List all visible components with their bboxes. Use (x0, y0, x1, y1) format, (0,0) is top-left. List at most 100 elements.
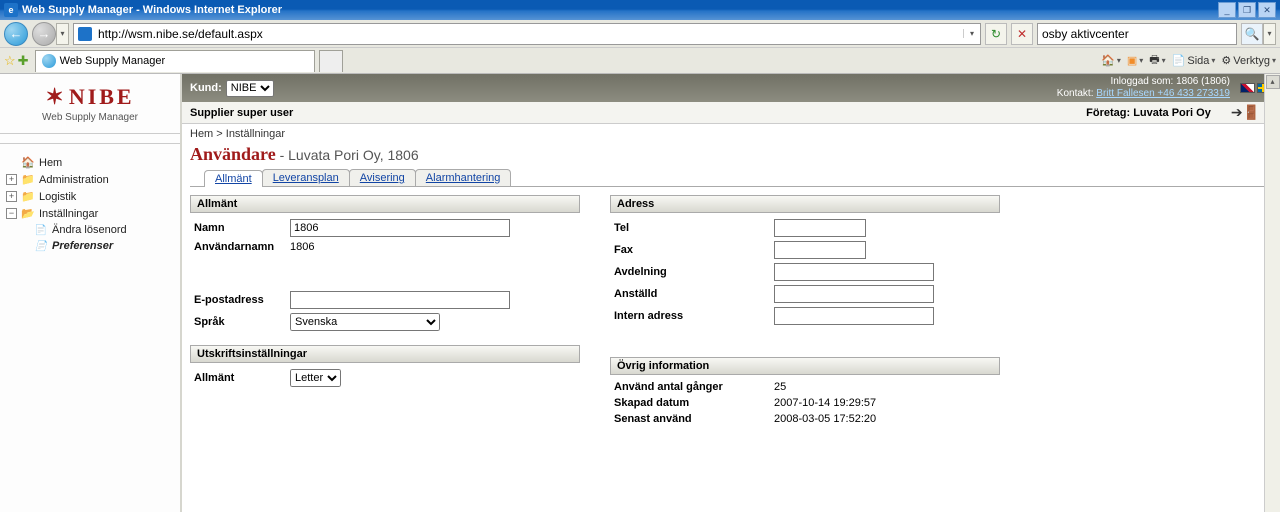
section-allmant: Allmänt (190, 195, 580, 213)
page-menu[interactable]: 📄 Sida ▾ (1172, 54, 1216, 67)
kontakt-label: Kontakt: (1057, 88, 1094, 99)
flag-en-icon[interactable] (1240, 83, 1255, 93)
nav-tree: 🏠Hem +📁Administration +📁Logistik −📂Instä… (0, 150, 180, 258)
role-text: Supplier super user (190, 107, 293, 119)
navbar: ← → ▾ ▾ ↻ ✕ 🔍 ▾ (0, 20, 1280, 48)
anstalld-label: Anställd (614, 288, 774, 300)
page-icon: 📄 (34, 241, 48, 252)
search-button[interactable]: 🔍 (1241, 23, 1263, 45)
intern-input[interactable] (774, 307, 934, 325)
avdelning-input[interactable] (774, 263, 934, 281)
expand-icon[interactable]: + (6, 191, 17, 202)
close-button[interactable]: ✕ (1258, 2, 1276, 18)
tab-favicon-icon (42, 54, 56, 68)
print-button[interactable]: 🖶 ▾ (1149, 51, 1165, 70)
address-bar[interactable]: ▾ (73, 23, 981, 45)
folder-icon: 📁 (21, 173, 35, 186)
fax-input[interactable] (774, 241, 866, 259)
tabstrip: ☆ ✚ Web Supply Manager 🏠 ▾ ▣ ▾ 🖶 ▾ 📄 Sid… (0, 48, 1280, 74)
folder-icon: 📁 (21, 190, 35, 203)
section-ovrig: Övrig information (610, 357, 1000, 375)
nav-preferenser[interactable]: 📄Preferenser (34, 238, 174, 254)
restore-button[interactable]: ❐ (1238, 2, 1256, 18)
skapad-label: Skapad datum (614, 397, 774, 409)
new-tab-button[interactable] (319, 50, 343, 72)
stop-button[interactable]: ✕ (1011, 23, 1033, 45)
tab-allmant[interactable]: Allmänt (204, 170, 263, 187)
logged-in-text: Inloggad som: 1806 (1806) (1057, 76, 1230, 88)
main-content: Kund: NIBE Inloggad som: 1806 (1806) Kon… (182, 74, 1280, 512)
folder-open-icon: 📂 (21, 207, 35, 220)
titlebar: e Web Supply Manager - Windows Internet … (0, 0, 1280, 20)
address-dropdown[interactable]: ▾ (963, 29, 980, 38)
anvnamn-label: Användarnamn (194, 241, 290, 253)
tab-avisering[interactable]: Avisering (349, 169, 416, 186)
namn-input[interactable] (290, 219, 510, 237)
namn-label: Namn (194, 222, 290, 234)
senast-label: Senast använd (614, 413, 774, 425)
email-input[interactable] (290, 291, 510, 309)
email-label: E-postadress (194, 294, 290, 306)
search-dropdown[interactable]: ▾ (1263, 23, 1276, 45)
tools-menu[interactable]: ⚙ Verktyg ▾ (1221, 54, 1276, 67)
page-icon (78, 27, 92, 41)
nav-administration[interactable]: +📁Administration (6, 171, 174, 188)
collapse-icon[interactable]: − (6, 208, 17, 219)
tab-title: Web Supply Manager (60, 55, 166, 67)
login-info: Inloggad som: 1806 (1806) Kontakt: Britt… (1057, 76, 1230, 100)
nav-logistik[interactable]: +📁Logistik (6, 188, 174, 205)
nav-andra-losenord[interactable]: 📄Ändra lösenord (34, 222, 174, 238)
refresh-button[interactable]: ↻ (985, 23, 1007, 45)
sprak-label: Språk (194, 316, 290, 328)
kund-select[interactable]: NIBE (226, 80, 274, 97)
anvnamn-value: 1806 (290, 241, 314, 253)
company-text: Företag: Luvata Pori Oy (1086, 107, 1211, 119)
back-button[interactable]: ← (4, 22, 28, 46)
tab-alarmhantering[interactable]: Alarmhantering (415, 169, 512, 186)
tel-input[interactable] (774, 219, 866, 237)
anstalld-input[interactable] (774, 285, 934, 303)
expand-icon[interactable]: + (6, 174, 17, 185)
sprak-select[interactable]: Svenska (290, 313, 440, 331)
search-box[interactable] (1037, 23, 1237, 45)
scrollbar[interactable]: ▴ (1264, 74, 1280, 512)
exit-icon[interactable]: ➔🚪 (1231, 104, 1260, 121)
section-adress: Adress (610, 195, 1000, 213)
scroll-up-icon[interactable]: ▴ (1266, 75, 1280, 89)
nav-installningar[interactable]: −📂Inställningar (6, 205, 174, 222)
search-input[interactable] (1038, 27, 1236, 41)
sub-strip: Supplier super user Företag: Luvata Pori… (182, 102, 1280, 124)
section-utskrift: Utskriftsinställningar (190, 345, 580, 363)
anvand-value: 25 (774, 381, 786, 393)
forward-button[interactable]: → (32, 22, 56, 46)
intern-label: Intern adress (614, 310, 774, 322)
add-favorite-icon[interactable]: ✚ (18, 53, 29, 69)
breadcrumb: Hem > Inställningar (182, 124, 1280, 144)
kund-label: Kund: (190, 82, 222, 94)
brand-logo: ✶NIBE (45, 84, 134, 110)
command-bar: 🏠 ▾ ▣ ▾ 🖶 ▾ 📄 Sida ▾ ⚙ Verktyg ▾ (1101, 51, 1276, 70)
tel-label: Tel (614, 222, 774, 234)
page-title: Användare - Luvata Pori Oy, 1806 (182, 144, 1280, 169)
address-input[interactable] (96, 27, 963, 41)
anvand-label: Använd antal gånger (614, 381, 774, 393)
top-strip: Kund: NIBE Inloggad som: 1806 (1806) Kon… (182, 74, 1280, 102)
minimize-button[interactable]: _ (1218, 2, 1236, 18)
favorites-star-icon[interactable]: ☆ (4, 53, 16, 69)
print-select[interactable]: Letter (290, 369, 341, 387)
feeds-button[interactable]: ▣ ▾ (1127, 54, 1143, 67)
page-icon: 📄 (34, 225, 48, 236)
kontakt-link[interactable]: Britt Fallesen +46 433 273319 (1096, 88, 1230, 99)
brand-sub: Web Supply Manager (42, 112, 138, 123)
nav-hem[interactable]: 🏠Hem (6, 154, 174, 171)
ie-icon: e (4, 3, 18, 17)
skapad-value: 2007-10-14 19:29:57 (774, 397, 876, 409)
sidebar: ✶NIBE Web Supply Manager 🏠Hem +📁Administ… (0, 74, 182, 512)
tab-leveransplan[interactable]: Leveransplan (262, 169, 350, 186)
home-button[interactable]: 🏠 ▾ (1101, 54, 1121, 67)
nav-history-dropdown[interactable]: ▾ (56, 23, 69, 45)
brand-block: ✶NIBE Web Supply Manager (0, 74, 180, 134)
fax-label: Fax (614, 244, 774, 256)
window-title: Web Supply Manager - Windows Internet Ex… (22, 4, 1218, 16)
browser-tab[interactable]: Web Supply Manager (35, 50, 315, 72)
